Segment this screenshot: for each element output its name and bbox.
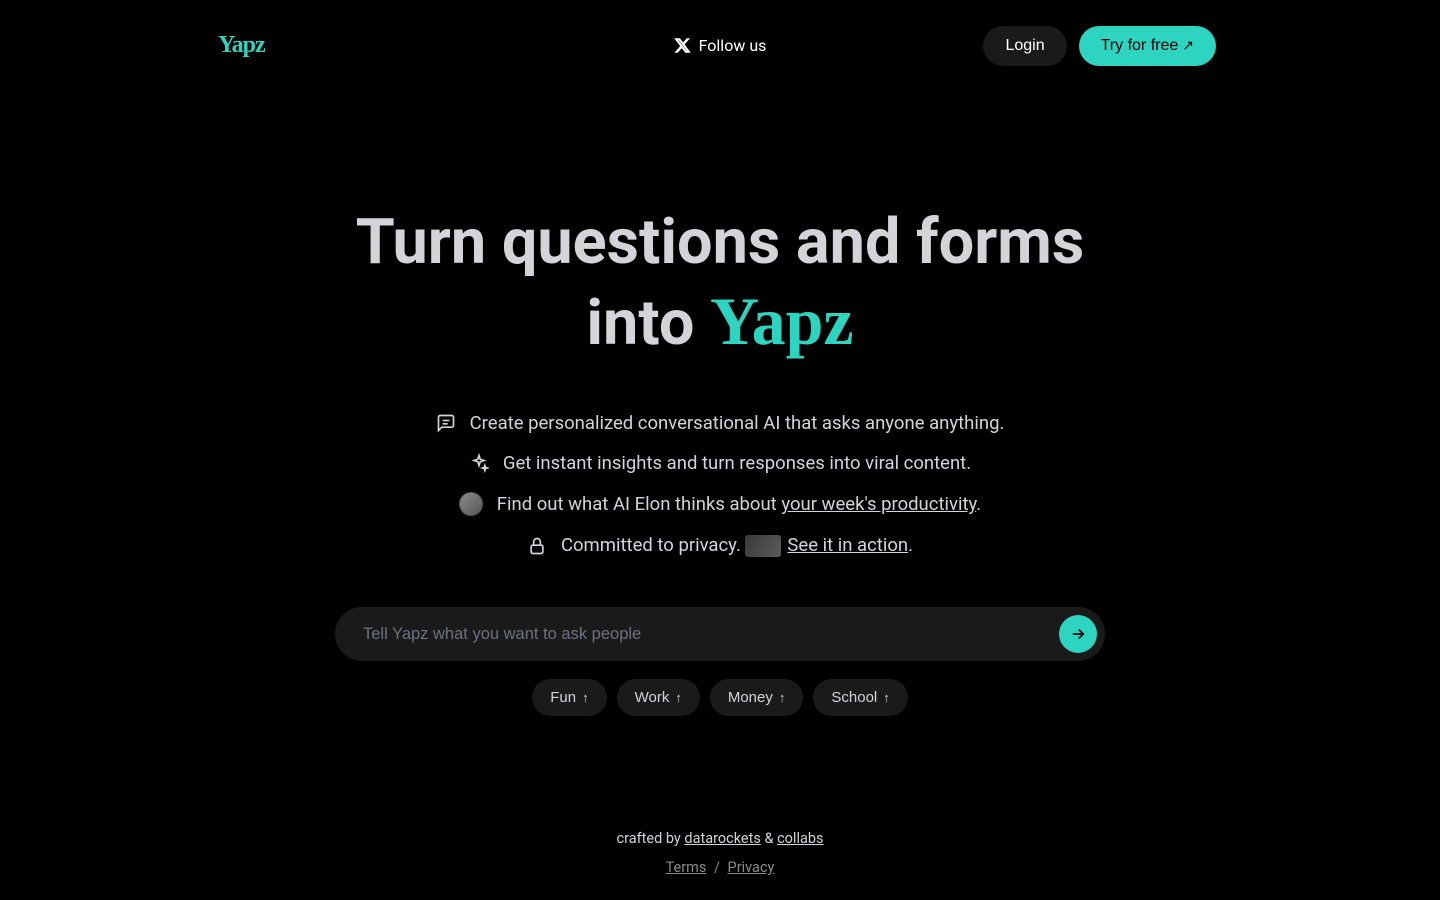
datarockets-link[interactable]: datarockets bbox=[684, 830, 760, 847]
arrow-right-icon bbox=[1069, 625, 1087, 643]
lock-icon bbox=[527, 536, 547, 556]
arrow-up-icon: ↑ bbox=[582, 690, 589, 705]
chat-icon bbox=[436, 413, 456, 433]
chip-money[interactable]: Money↑ bbox=[710, 679, 804, 716]
terms-link[interactable]: Terms bbox=[666, 859, 707, 876]
try-free-button[interactable]: Try for free ↗ bbox=[1079, 26, 1216, 66]
chip-school[interactable]: School↑ bbox=[813, 679, 907, 716]
arrow-up-icon: ↑ bbox=[883, 690, 890, 705]
arrow-up-right-icon: ↗ bbox=[1182, 37, 1194, 54]
arrow-up-icon: ↑ bbox=[675, 690, 682, 705]
features-list: Create personalized conversational AI th… bbox=[436, 412, 1005, 557]
try-free-label: Try for free bbox=[1101, 37, 1179, 55]
avatar-icon bbox=[459, 492, 483, 516]
nav-right: Login Try for free ↗ bbox=[983, 26, 1216, 66]
productivity-link[interactable]: your week's productivity bbox=[781, 493, 976, 515]
logo[interactable]: Yapz bbox=[218, 32, 265, 59]
video-thumbnail[interactable] bbox=[745, 535, 781, 557]
header: Yapz Follow us Login Try for free ↗ bbox=[0, 0, 1440, 75]
feature-item: Committed to privacy. See it in action. bbox=[436, 534, 1005, 557]
footer-legal: Terms / Privacy bbox=[0, 859, 1440, 876]
collabs-link[interactable]: collabs bbox=[777, 830, 823, 847]
feature-item: Create personalized conversational AI th… bbox=[436, 412, 1005, 434]
privacy-link[interactable]: Privacy bbox=[728, 859, 775, 876]
chip-work[interactable]: Work↑ bbox=[617, 679, 700, 716]
feature-text: Get instant insights and turn responses … bbox=[503, 452, 971, 474]
follow-us-link[interactable]: Follow us bbox=[674, 36, 767, 55]
x-icon bbox=[674, 37, 691, 54]
prompt-input[interactable] bbox=[363, 625, 1059, 644]
feature-text: Find out what AI Elon thinks about your … bbox=[497, 493, 981, 515]
category-chips: Fun↑ Work↑ Money↑ School↑ bbox=[532, 679, 908, 716]
hero-brand-word: Yapz bbox=[710, 283, 854, 359]
follow-us-label: Follow us bbox=[699, 36, 767, 55]
chip-fun[interactable]: Fun↑ bbox=[532, 679, 606, 716]
hero-title: Turn questions and forms into Yapz bbox=[356, 205, 1084, 362]
main: Turn questions and forms into Yapz Creat… bbox=[0, 75, 1440, 830]
login-button[interactable]: Login bbox=[983, 26, 1066, 66]
footer-credits: crafted by datarockets & collabs bbox=[0, 830, 1440, 847]
feature-text: Create personalized conversational AI th… bbox=[470, 412, 1005, 434]
prompt-input-container bbox=[335, 607, 1105, 661]
feature-text: Committed to privacy. See it in action. bbox=[561, 534, 913, 557]
feature-item: Get instant insights and turn responses … bbox=[436, 452, 1005, 474]
sparkle-icon bbox=[469, 453, 489, 473]
see-action-link[interactable]: See it in action bbox=[787, 534, 908, 556]
arrow-up-icon: ↑ bbox=[779, 690, 786, 705]
submit-button[interactable] bbox=[1059, 615, 1097, 653]
feature-item: Find out what AI Elon thinks about your … bbox=[436, 492, 1005, 516]
footer: crafted by datarockets & collabs Terms /… bbox=[0, 830, 1440, 900]
